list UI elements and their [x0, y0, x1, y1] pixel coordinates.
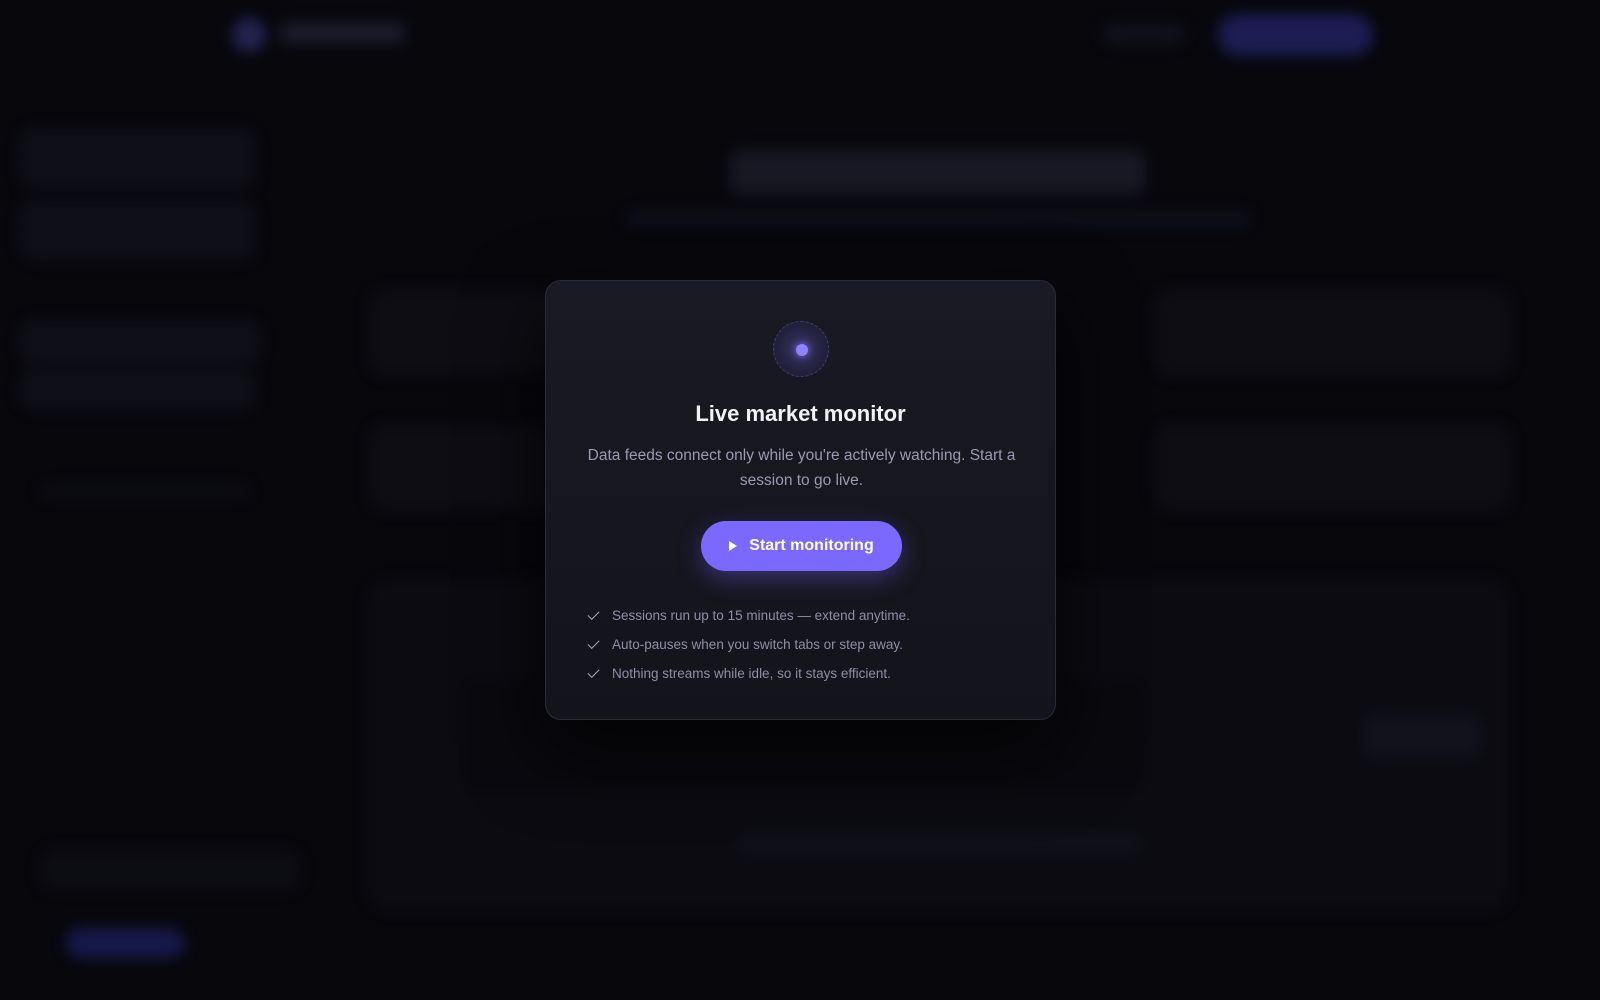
feature-list: Sessions run up to 15 minutes — extend a…	[586, 601, 1026, 688]
metric-card	[1155, 425, 1510, 510]
sign-in-link	[1104, 24, 1184, 44]
check-icon	[587, 607, 600, 620]
metric-card	[1155, 290, 1510, 375]
logo-wordmark	[280, 22, 405, 44]
sidebar-stats-card	[20, 128, 255, 188]
feature-text: Auto-pauses when you switch tabs or step…	[612, 637, 903, 652]
feature-text: Sessions run up to 15 minutes — extend a…	[612, 608, 910, 623]
feature-text: Nothing streams while idle, so it stays …	[612, 666, 891, 681]
live-pulse-dot	[796, 344, 808, 356]
page-subtitle	[625, 212, 1250, 226]
chart-panel-button	[1365, 715, 1480, 757]
header-cta-button	[1218, 14, 1373, 56]
sidebar-stats-card	[20, 200, 255, 260]
check-icon	[587, 665, 600, 678]
play-icon	[729, 541, 738, 551]
check-icon	[587, 636, 600, 649]
live-pulse-icon	[773, 321, 829, 377]
start-monitoring-button[interactable]: Start monitoring	[701, 521, 902, 571]
start-monitoring-label: Start monitoring	[749, 537, 874, 554]
live-monitor-modal: Live market monitor Data feeds connect o…	[545, 280, 1056, 720]
modal-description: Data feeds connect only while you're act…	[587, 447, 1016, 489]
feature-item: Nothing streams while idle, so it stays …	[586, 659, 1026, 688]
sidebar-footer-note	[40, 850, 300, 890]
chart-panel-caption	[740, 836, 1140, 850]
sidebar-filter-card	[20, 370, 255, 410]
logo-icon	[232, 18, 266, 52]
feature-item: Sessions run up to 15 minutes — extend a…	[586, 601, 1026, 630]
feature-item: Auto-pauses when you switch tabs or step…	[586, 630, 1026, 659]
sidebar-filter-card	[20, 320, 260, 365]
top-bar	[0, 0, 1600, 70]
page-title	[730, 150, 1145, 194]
sidebar-list-item	[40, 485, 250, 497]
sidebar-upgrade-button	[66, 928, 184, 958]
modal-title: Live market monitor	[695, 401, 906, 426]
